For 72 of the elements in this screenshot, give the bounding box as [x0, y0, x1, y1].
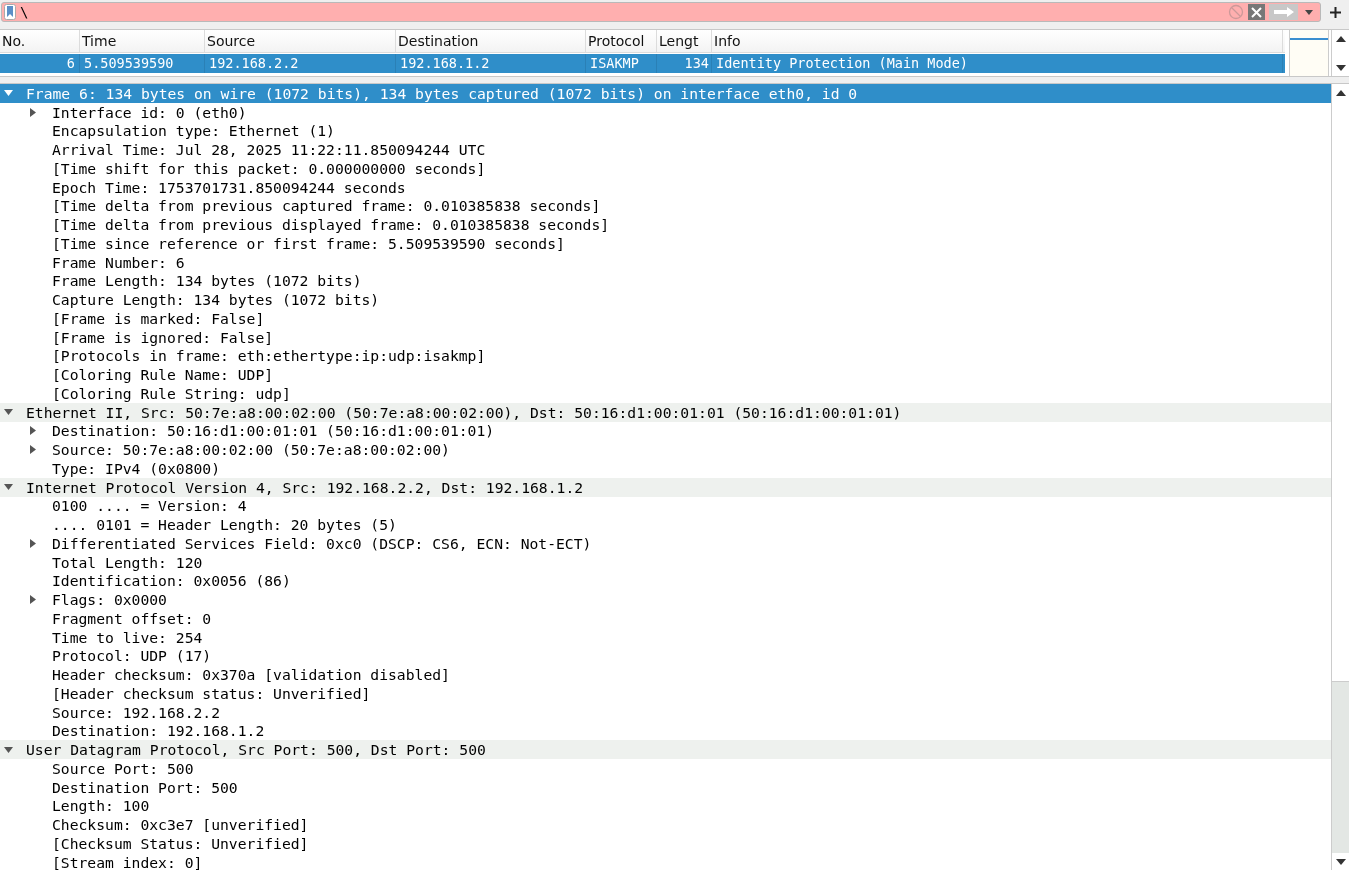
tree-item[interactable]: [Header checksum status: Unverified] — [0, 684, 1331, 703]
tree-item[interactable]: 0100 .... = Version: 4 — [0, 496, 1331, 516]
tree-item[interactable]: [Coloring Rule Name: UDP] — [0, 365, 1331, 384]
tree-item[interactable]: .... 0101 = Header Length: 20 bytes (5) — [0, 515, 1331, 534]
tree-item[interactable]: Frame Number: 6 — [0, 252, 1331, 272]
caret-icon[interactable] — [4, 746, 13, 753]
column-header[interactable]: Lengt — [657, 30, 712, 52]
table-cell: 192.168.1.2 — [396, 54, 586, 73]
column-header[interactable]: No. — [0, 30, 80, 52]
scroll-up-icon[interactable] — [1335, 89, 1346, 96]
tree-item[interactable]: Destination Port: 500 — [0, 777, 1331, 797]
tree-item[interactable]: Source: 192.168.2.2 — [0, 702, 1331, 722]
caret-icon[interactable] — [4, 409, 13, 416]
scroll-down-icon[interactable] — [1335, 858, 1346, 865]
caret-icon[interactable] — [30, 595, 36, 605]
bookmark-icon[interactable] — [4, 4, 16, 20]
table-cell: ISAKMP — [586, 54, 657, 73]
tree-item[interactable]: Flags: 0x0000 — [0, 590, 1331, 609]
tree-item[interactable]: Fragment offset: 0 — [0, 609, 1331, 628]
display-filter-field[interactable]: \ — [1, 2, 1321, 22]
tree-item[interactable]: [Coloring Rule String: udp] — [0, 384, 1331, 403]
tree-item[interactable]: Frame Length: 134 bytes (1072 bits) — [0, 271, 1331, 291]
scroll-down-icon[interactable] — [1335, 64, 1346, 71]
caret-icon[interactable] — [4, 484, 13, 491]
tree-item[interactable]: Identification: 0x0056 (86) — [0, 571, 1331, 591]
tree-item[interactable]: Source: 50:7e:a8:00:02:00 (50:7e:a8:00:02:00) — [0, 440, 1331, 459]
tree-item[interactable]: Destination: 192.168.1.2 — [0, 721, 1331, 741]
tree-item[interactable]: [Protocols in frame: eth:ethertype:ip:udp:isakmp] — [0, 346, 1331, 366]
caret-icon[interactable] — [30, 107, 36, 117]
column-header[interactable]: Info — [712, 30, 1283, 52]
tree-item[interactable]: Frame 6: 134 bytes on wire (1072 bits), 134 bytes captured (1072 bits) on interface eth0, id 0 — [0, 84, 1331, 103]
tree-item[interactable]: Length: 100 — [0, 796, 1331, 816]
tree-item[interactable]: Internet Protocol Version 4, Src: 192.168.2.2, Dst: 192.168.1.2 — [0, 477, 1331, 497]
tree-item[interactable]: Type: IPv4 (0x0800) — [0, 459, 1331, 478]
caret-icon[interactable] — [1305, 9, 1313, 15]
tree-item[interactable]: [Time since reference or first frame: 5.509539590 seconds] — [0, 234, 1331, 253]
tree-item[interactable]: Protocol: UDP (17) — [0, 646, 1331, 666]
packet-row[interactable]: 6 5.509539590 192.168.2.2 192.168.1.2 ISAKMP 134 Identity Protection (Main Mode) — [0, 54, 1285, 73]
tree-item[interactable]: [Checksum Status: Unverified] — [0, 834, 1331, 853]
table-cell: 192.168.2.2 — [205, 54, 396, 73]
tree-item[interactable]: Differentiated Services Field: 0xc0 (DSCP: CS6, ECN: Not-ECT) — [0, 534, 1331, 553]
tree-item[interactable]: Destination: 50:16:d1:00:01:01 (50:16:d1:00:01:01) — [0, 421, 1331, 441]
column-header[interactable]: Protocol — [586, 30, 657, 52]
table-cell: 5.509539590 — [80, 54, 205, 73]
tree-item[interactable]: Ethernet II, Src: 50:7e:a8:00:02:00 (50:7e:a8:00:02:00), Dst: 50:16:d1:00:01:01 (50:16:d1:00:01:01) — [0, 402, 1331, 422]
tree-item[interactable]: [Time delta from previous displayed frame: 0.010385838 seconds] — [0, 215, 1331, 234]
table-cell: Identity Protection (Main Mode) — [712, 54, 1283, 73]
tree-item[interactable]: User Datagram Protocol, Src Port: 500, Dst Port: 500 — [0, 740, 1331, 759]
tree-item[interactable]: Capture Length: 134 bytes (1072 bits) — [0, 290, 1331, 309]
tree-item[interactable]: Header checksum: 0x370a [validation disabled] — [0, 665, 1331, 684]
table-cell: 6 — [0, 54, 80, 73]
tree-item[interactable]: Epoch Time: 1753701731.850094244 seconds — [0, 177, 1331, 197]
tree-item[interactable]: [Frame is marked: False] — [0, 309, 1331, 328]
tree-item[interactable]: Interface id: 0 (eth0) — [0, 102, 1331, 122]
caret-icon[interactable] — [4, 90, 13, 97]
tree-item[interactable]: Source Port: 500 — [0, 759, 1331, 778]
tree-item[interactable]: [Frame is ignored: False] — [0, 327, 1331, 347]
column-header[interactable]: Source — [205, 30, 396, 52]
tree-item[interactable]: [Time delta from previous captured frame: 0.010385838 seconds] — [0, 196, 1331, 216]
tree-item[interactable]: Encapsulation type: Ethernet (1) — [0, 121, 1331, 141]
column-header[interactable]: Destination — [396, 30, 586, 52]
tree-item[interactable]: Arrival Time: Jul 28, 2025 11:22:11.850094244 UTC — [0, 140, 1331, 159]
tree-item[interactable]: Total Length: 120 — [0, 552, 1331, 572]
scroll-up-icon[interactable] — [1335, 35, 1346, 42]
filter-text: \ — [20, 4, 30, 20]
caret-icon[interactable] — [30, 538, 36, 548]
column-header[interactable]: Time — [80, 30, 205, 52]
table-cell: 134 — [657, 54, 712, 73]
tree-item[interactable]: [Time shift for this packet: 0.000000000 seconds] — [0, 159, 1331, 178]
tree-item[interactable]: Checksum: 0xc3e7 [unverified] — [0, 815, 1331, 834]
tree-item[interactable]: [Stream index: 0] — [0, 852, 1331, 870]
tree-item[interactable]: Time to live: 254 — [0, 627, 1331, 647]
